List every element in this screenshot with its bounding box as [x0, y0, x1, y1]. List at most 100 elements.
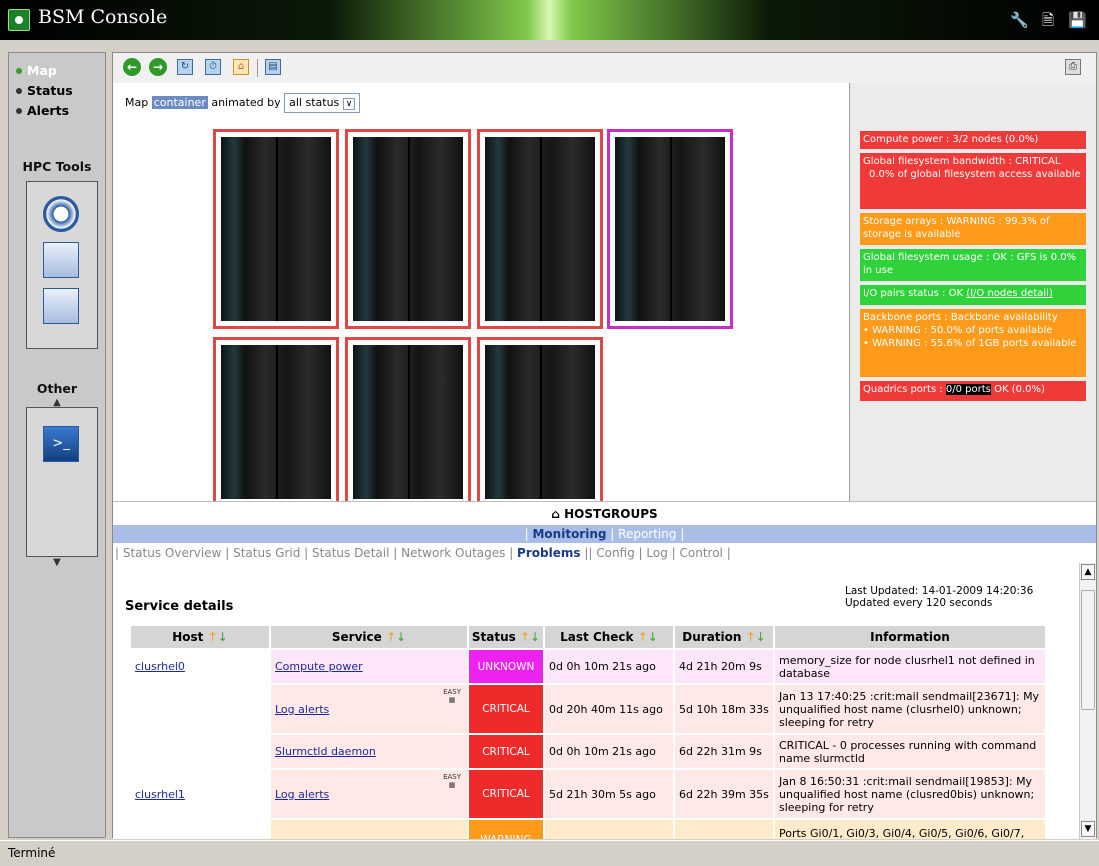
col-header-label: Host	[172, 630, 204, 644]
duration-cell: 6d 22h 39m 35s	[675, 770, 773, 818]
table-row: Slurmctld daemon CRITICAL 0d 0h 10m 21s …	[131, 735, 1045, 768]
service-cell	[271, 820, 467, 839]
scroll-down-icon[interactable]: ▼	[9, 557, 105, 568]
status-bar: Terminé	[0, 840, 1099, 866]
col-duration[interactable]: Duration ↑↓	[675, 626, 773, 648]
hostgroups-header: ⌂ HOSTGROUPS	[113, 501, 1096, 525]
sidebar-item-label: Map	[27, 63, 57, 78]
tab-monitoring[interactable]: Monitoring	[532, 527, 606, 541]
rack-image	[353, 345, 463, 499]
tab-reporting[interactable]: Reporting	[618, 527, 676, 541]
sort-desc-icon[interactable]: ↓	[218, 630, 228, 644]
rack-image	[221, 345, 331, 499]
hpc-tool-graph-icon[interactable]	[43, 288, 79, 324]
scrollbar-thumb[interactable]	[1081, 590, 1095, 710]
rack-image	[221, 137, 331, 321]
scroll-down-icon[interactable]: ▼	[1081, 821, 1095, 837]
subnav-status-detail[interactable]: Status Detail	[312, 546, 389, 560]
quadrics-ports-value: 0/0 ports	[945, 384, 991, 395]
service-link[interactable]: Compute power	[275, 660, 363, 673]
sidebar-item-alerts[interactable]: Alerts	[16, 103, 70, 118]
col-header-label: Service	[331, 630, 382, 644]
subnav-control[interactable]: Control	[680, 546, 723, 560]
subnav-config[interactable]: Config	[596, 546, 635, 560]
animated-by-select[interactable]: all status ∨	[284, 93, 361, 113]
duration-cell: 6d 22h 31m 9s	[675, 735, 773, 768]
status-badge: CRITICAL	[469, 735, 543, 768]
sort-desc-icon[interactable]: ↓	[530, 630, 540, 644]
rack-container[interactable]	[607, 129, 733, 329]
io-nodes-detail-link[interactable]: (I/O nodes detail)	[966, 288, 1053, 299]
service-link[interactable]: Log alerts	[275, 703, 329, 716]
map-mode-link[interactable]: container	[151, 96, 208, 109]
hpc-tool-target-icon[interactable]	[43, 196, 79, 232]
sort-desc-icon[interactable]: ↓	[756, 630, 766, 644]
easy-icon[interactable]: EASY ▦	[443, 773, 461, 789]
map-controls: Map container animated by all status ∨	[125, 93, 361, 113]
document-icon[interactable]: 🗎	[1040, 11, 1056, 29]
sort-asc-icon[interactable]: ↑	[638, 630, 648, 644]
io-pairs-status[interactable]: I/O pairs status : OK (I/O nodes detail)	[860, 285, 1086, 305]
save-icon[interactable]: 💾	[1068, 11, 1087, 29]
subnav-network-outages[interactable]: Network Outages	[401, 546, 505, 560]
service-link[interactable]: Slurmctld daemon	[275, 745, 376, 758]
back-icon[interactable]: ←	[123, 58, 141, 76]
history-icon[interactable]: ⏱	[205, 59, 221, 75]
service-link[interactable]: Log alerts	[275, 788, 329, 801]
col-service[interactable]: Service ↑↓	[271, 626, 467, 648]
quadrics-ports-status[interactable]: Quadrics ports : 0/0 ports OK (0.0%)	[860, 381, 1086, 401]
rack-image	[353, 137, 463, 321]
subnav-problems[interactable]: Problems	[517, 546, 580, 560]
col-last-check[interactable]: Last Check ↑↓	[545, 626, 673, 648]
status-badge: CRITICAL	[469, 770, 543, 818]
global-fs-bandwidth-status[interactable]: Global filesystem bandwidth : CRITICAL 0…	[860, 153, 1086, 209]
host-link[interactable]: clusrhel1	[135, 788, 185, 801]
refresh-icon[interactable]: ↻	[177, 59, 193, 75]
sidebar-item-map[interactable]: Map	[16, 63, 57, 78]
sort-asc-icon[interactable]: ↑	[746, 630, 756, 644]
terminal-icon[interactable]: >_	[43, 426, 79, 462]
subnav-status-overview[interactable]: Status Overview	[123, 546, 222, 560]
table-row: clusrhel1 Log alerts EASY ▦ CRITICAL 5d 21…	[131, 770, 1045, 818]
global-fs-usage-status[interactable]: Global filesystem usage : OK : GFS is 0.…	[860, 249, 1086, 281]
rack-container[interactable]	[477, 337, 603, 507]
rack-container[interactable]	[345, 129, 471, 329]
sort-asc-icon[interactable]: ↑	[520, 630, 530, 644]
rack-container[interactable]	[213, 337, 339, 507]
scroll-up-icon[interactable]: ▲	[1081, 564, 1095, 580]
host-link[interactable]: clusrhel0	[135, 660, 185, 673]
hpc-tools-panel	[26, 181, 98, 349]
monitoring-tabs: | Monitoring | Reporting |	[113, 525, 1096, 543]
easy-label: EASY	[443, 688, 461, 696]
compute-power-status[interactable]: Compute power : 3/2 nodes (0.0%)	[860, 131, 1086, 149]
table-row: Log alerts EASY ▦ CRITICAL 0d 20h 40m 11s …	[131, 685, 1045, 733]
col-host[interactable]: Host ↑↓	[131, 626, 269, 648]
subnav-log[interactable]: Log	[646, 546, 667, 560]
hpc-tool-chart-icon[interactable]	[43, 242, 79, 278]
subnav-status-grid[interactable]: Status Grid	[233, 546, 300, 560]
sort-asc-icon[interactable]: ↑	[386, 630, 396, 644]
sidebar-item-status[interactable]: Status	[16, 83, 73, 98]
print-icon[interactable]: ⎙	[1065, 59, 1081, 75]
hpc-tools-heading: HPC Tools	[22, 159, 92, 174]
rack-container[interactable]	[345, 337, 471, 507]
backbone-title: Backbone ports : Backbone availability	[863, 312, 1058, 323]
tools-icon[interactable]: 🔧	[1010, 11, 1029, 29]
map-area: Map container animated by all status ∨	[113, 83, 849, 507]
details-scrollbar[interactable]: ▲ ▼	[1079, 563, 1096, 839]
sort-desc-icon[interactable]: ↓	[648, 630, 658, 644]
forward-icon[interactable]: →	[149, 58, 167, 76]
easy-icon[interactable]: EASY ▦	[443, 688, 461, 704]
status-badge: WARNING	[469, 820, 543, 839]
window-icon[interactable]: ▤	[265, 59, 281, 75]
sort-desc-icon[interactable]: ↓	[396, 630, 406, 644]
sort-asc-icon[interactable]: ↑	[208, 630, 218, 644]
col-status[interactable]: Status ↑↓	[469, 626, 543, 648]
sidebar-item-label: Alerts	[27, 103, 70, 118]
information-cell: CRITICAL - 0 processes running with comm…	[775, 735, 1045, 768]
rack-container[interactable]	[213, 129, 339, 329]
backbone-ports-status[interactable]: Backbone ports : Backbone availability •…	[860, 309, 1086, 377]
home-icon[interactable]: ⌂	[233, 59, 249, 75]
rack-container[interactable]	[477, 129, 603, 329]
storage-arrays-status[interactable]: Storage arrays : WARNING : 99.3% of stor…	[860, 213, 1086, 245]
